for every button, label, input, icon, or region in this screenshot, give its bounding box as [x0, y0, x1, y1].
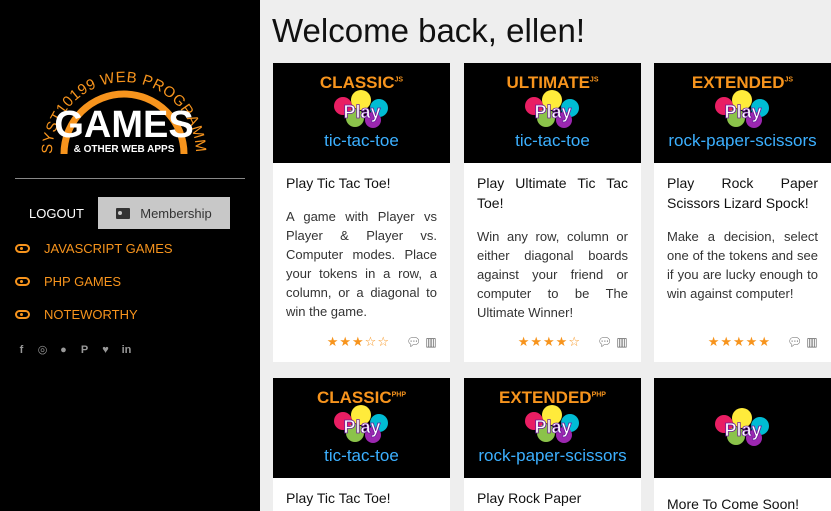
site-logo[interactable]: SYST10199 WEB PROGRAMMING GAMES & OTHER … [34, 42, 214, 167]
sidebar: SYST10199 WEB PROGRAMMING GAMES & OTHER … [0, 0, 260, 511]
card-title[interactable]: Play Tic Tac Toe! [286, 488, 437, 508]
edition-tag: JS [784, 76, 794, 84]
game-thumbnail[interactable]: CLASSICPHP Play tic-tac-toe [273, 378, 450, 478]
main-content: Welcome back, ellen! CLASSICJS Play tic-… [260, 0, 831, 511]
membership-button[interactable]: Membership [98, 197, 230, 229]
instagram-icon[interactable]: ◎ [36, 343, 49, 356]
game-subtitle: tic-tac-toe [324, 446, 399, 465]
auth-row: LOGOUT Membership [15, 197, 230, 229]
svg-text:Play: Play [343, 417, 380, 437]
linkedin-icon[interactable]: in [120, 343, 133, 356]
comments-icon[interactable]: 💬︎ [787, 335, 802, 349]
stats-icon[interactable]: ▥ [805, 335, 819, 349]
stats-icon[interactable]: ▥ [424, 335, 438, 349]
nav-item-javascript-games[interactable]: JAVASCRIPT GAMES [15, 232, 245, 265]
logo-subtitle: & OTHER WEB APPS [74, 144, 175, 155]
logout-label: LOGOUT [29, 205, 84, 221]
sidebar-divider [15, 178, 245, 179]
card-title: More To Come Soon! [667, 496, 800, 511]
game-subtitle: rock-paper-scissors [668, 131, 817, 150]
social-links: f ◎ ● P ♥ in [15, 343, 133, 357]
play-splash-icon: Play [524, 405, 579, 443]
edition-tag: PHP [391, 391, 407, 399]
card-title[interactable]: Play Tic Tac Toe! [286, 173, 437, 193]
game-thumbnail[interactable]: EXTENDEDJS Play rock-paper-scissors [654, 63, 831, 163]
id-card-icon [116, 207, 131, 219]
logout-button[interactable]: LOGOUT [15, 197, 98, 229]
game-subtitle: tic-tac-toe [324, 131, 399, 150]
page-title: Welcome back, ellen! [272, 12, 586, 49]
play-splash-icon: Play [524, 90, 579, 128]
svg-text:Play: Play [724, 420, 761, 440]
logo-graphic: SYST10199 WEB PROGRAMMING GAMES & OTHER … [34, 42, 209, 155]
game-card[interactable]: EXTENDEDPHP Play rock-paper-scissors Pla… [464, 378, 641, 511]
snapchat-icon[interactable]: ● [57, 343, 70, 356]
twitter-icon[interactable]: ♥ [99, 343, 112, 356]
play-splash-icon: Play [714, 408, 769, 446]
gamepad-icon [15, 310, 30, 319]
game-subtitle: tic-tac-toe [515, 131, 590, 150]
game-card[interactable]: CLASSICPHP Play tic-tac-toe Play Tic Tac… [273, 378, 450, 511]
rating-stars: ★★★★☆ [517, 334, 581, 349]
nav-item-label: JAVASCRIPT GAMES [44, 241, 173, 256]
game-thumbnail[interactable]: EXTENDEDPHP Play rock-paper-scissors [464, 378, 641, 478]
sidebar-nav: JAVASCRIPT GAMES PHP GAMES NOTEWORTHY [15, 232, 245, 331]
game-card[interactable]: ULTIMATEJS Play tic-tac-toe Play Ultimat… [464, 63, 641, 362]
game-card[interactable]: Play More To Come Soon! [654, 378, 831, 511]
svg-text:Play: Play [534, 102, 571, 122]
game-thumbnail[interactable]: ULTIMATEJS Play tic-tac-toe [464, 63, 641, 163]
card-description: Win any row, column or either diagonal b… [477, 229, 628, 320]
gamepad-icon [15, 244, 30, 253]
game-thumbnail[interactable]: Play [654, 378, 831, 478]
nav-item-label: NOTEWORTHY [44, 307, 138, 322]
nav-item-label: PHP GAMES [44, 274, 122, 289]
edition-tag: PHP [591, 391, 606, 399]
logo-title: GAMES [54, 104, 193, 146]
card-title[interactable]: Play Ultimate Tic Tac Toe! [477, 173, 628, 213]
pinterest-icon[interactable]: P [78, 343, 91, 356]
membership-label: Membership [140, 205, 212, 221]
game-card[interactable]: CLASSICJS Play tic-tac-toe Play Tic Tac … [273, 63, 450, 362]
card-title[interactable]: Play Rock Paper [477, 488, 628, 508]
svg-text:Play: Play [343, 102, 380, 122]
facebook-icon[interactable]: f [15, 343, 28, 356]
edition-tag: JS [589, 76, 599, 84]
rating-stars: ★★★★★ [707, 334, 771, 349]
gamepad-icon [15, 277, 30, 286]
comments-icon[interactable]: 💬︎ [597, 335, 612, 349]
play-splash-icon: Play [714, 90, 769, 128]
game-card[interactable]: EXTENDEDJS Play rock-paper-scissors Play… [654, 63, 831, 362]
play-splash-icon: Play [333, 90, 388, 128]
card-description: A game with Player vs Player & Player vs… [286, 209, 437, 319]
card-description: Make a decision, select one of the token… [667, 229, 818, 301]
stats-icon[interactable]: ▥ [615, 335, 629, 349]
edition-tag: JS [394, 76, 404, 84]
svg-text:Play: Play [724, 102, 761, 122]
rating-stars: ★★★☆☆ [326, 334, 390, 349]
play-splash-icon: Play [333, 405, 388, 443]
game-subtitle: rock-paper-scissors [478, 446, 627, 465]
svg-text:Play: Play [534, 417, 571, 437]
nav-item-php-games[interactable]: PHP GAMES [15, 265, 245, 298]
game-thumbnail[interactable]: CLASSICJS Play tic-tac-toe [273, 63, 450, 163]
comments-icon[interactable]: 💬︎ [406, 335, 421, 349]
nav-item-noteworthy[interactable]: NOTEWORTHY [15, 298, 245, 331]
card-title[interactable]: Play Rock Paper Scissors Lizard Spock! [667, 173, 818, 213]
